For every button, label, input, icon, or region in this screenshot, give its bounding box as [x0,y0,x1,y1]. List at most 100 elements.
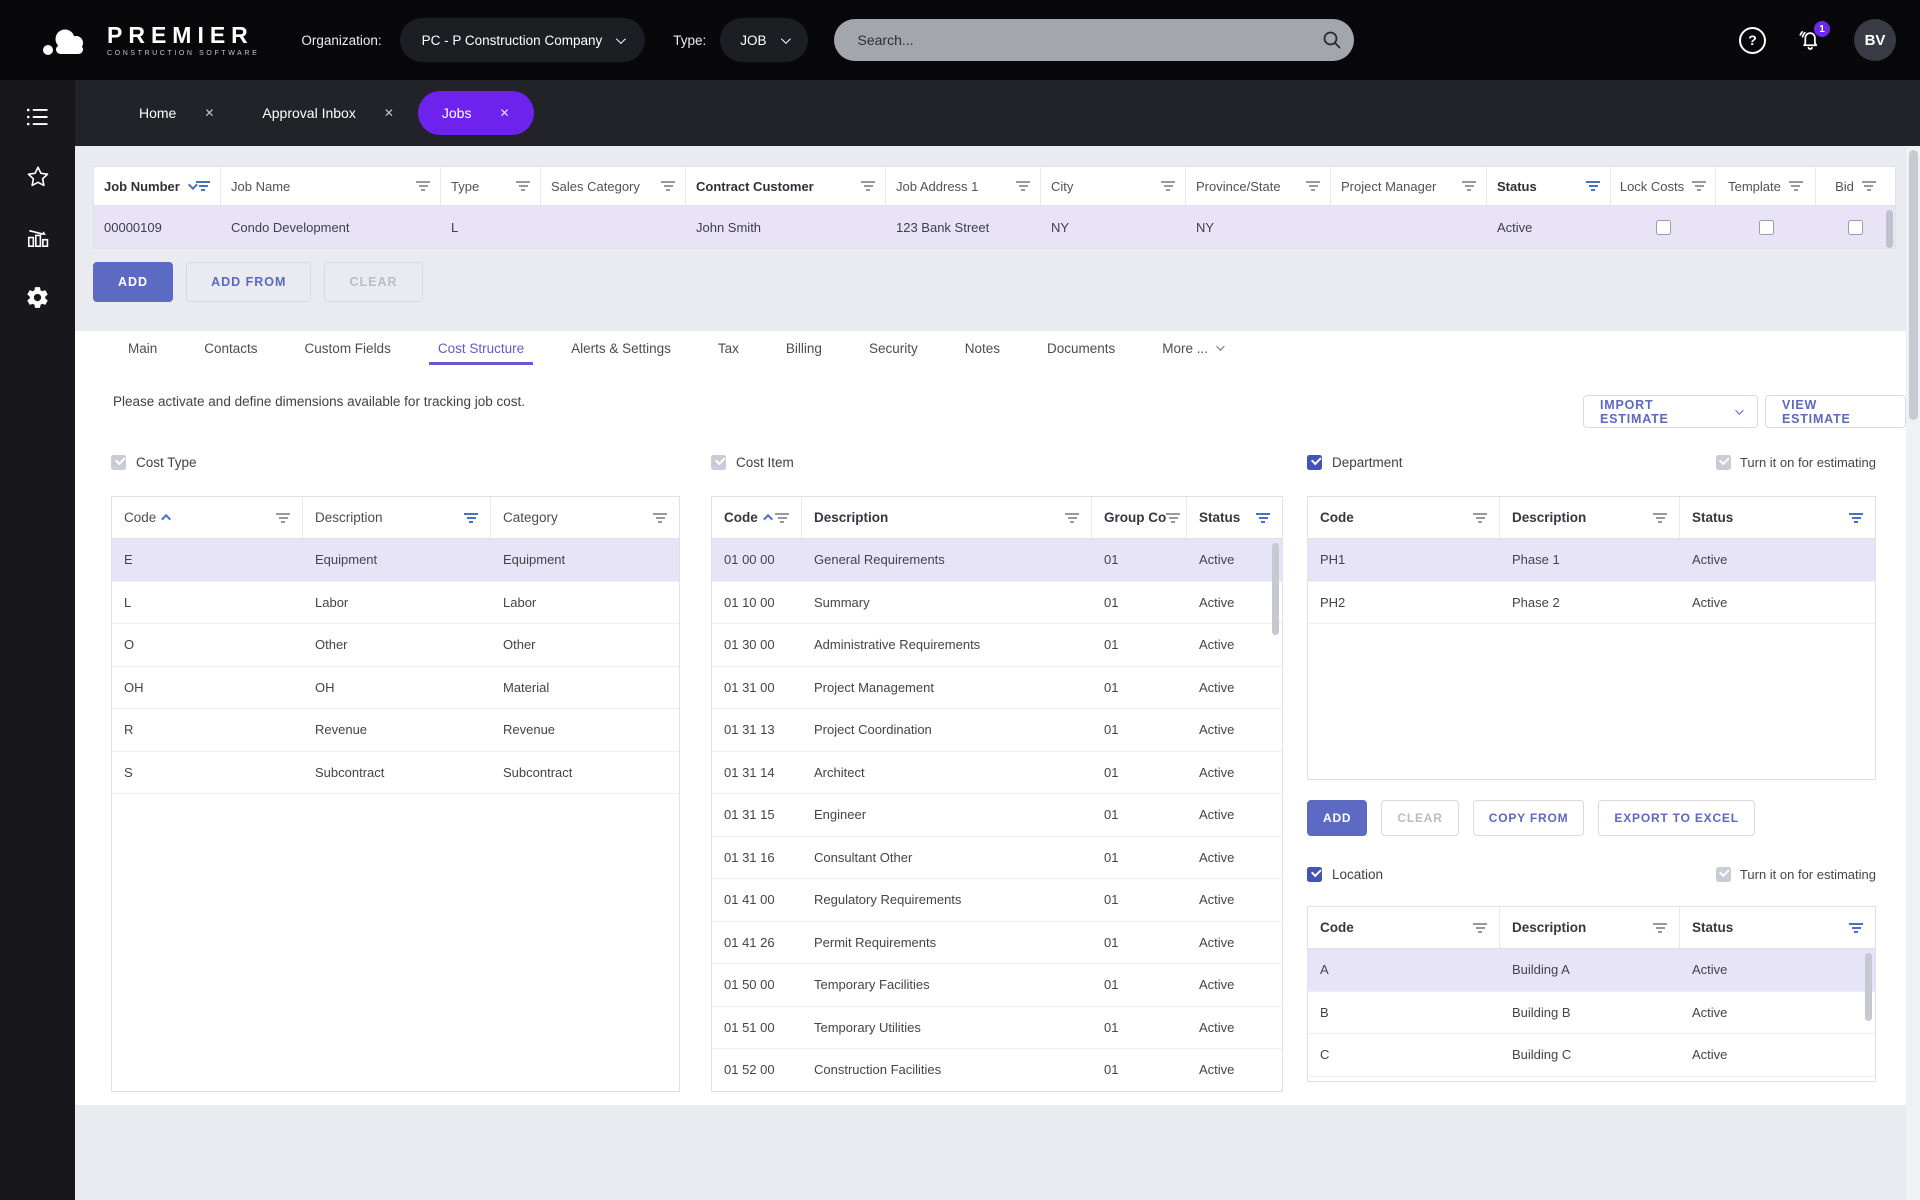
column-header-job-name[interactable]: Job Name [221,167,441,205]
cost-type-checkbox[interactable] [111,454,126,470]
department-estimating-checkbox[interactable] [1715,454,1731,470]
organization-select[interactable]: PC - P Construction Company [399,18,646,62]
column-header-template[interactable]: Template [1716,167,1816,205]
type-select[interactable]: JOB [720,18,808,62]
filter-icon[interactable] [1462,181,1476,191]
search-input[interactable] [855,31,1320,49]
table-row[interactable]: 01 41 00 Regulatory Requirements 01 Acti… [712,879,1282,922]
column-header-description[interactable]: Description [303,497,491,538]
filter-icon[interactable] [1861,181,1876,191]
table-row[interactable]: 01 30 00 Administrative Requirements 01 … [712,624,1282,667]
filter-icon[interactable] [861,181,875,191]
page-scrollbar[interactable] [1906,146,1920,1200]
column-header-group-co[interactable]: Group Co [1092,497,1187,538]
tab-notes[interactable]: Notes [965,331,1000,365]
view-estimate-button[interactable]: VIEW ESTIMATE [1764,395,1906,428]
import-estimate-button[interactable]: IMPORT ESTIMATE [1583,395,1758,428]
sidebar-item-reports[interactable] [25,224,51,250]
table-row[interactable]: PH1 Phase 1 Active [1308,539,1875,582]
add-from-button[interactable]: ADD FROM [186,262,312,302]
table-row[interactable]: 01 31 15 Engineer 01 Active [712,794,1282,837]
filter-icon[interactable] [1849,922,1863,933]
table-row[interactable]: C Building C Active [1308,1034,1875,1077]
tab-approval-inbox[interactable]: Approval Inbox ✕ [238,91,417,135]
table-row[interactable]: B Building B Active [1308,992,1875,1034]
filter-icon[interactable] [1586,181,1600,191]
filter-icon[interactable] [464,512,478,523]
column-header-description[interactable]: Description [802,497,1092,538]
page-scrollbar-thumb[interactable] [1908,150,1918,420]
table-row[interactable]: 01 50 00 Temporary Facilities 01 Active [712,964,1282,1007]
column-header-job-address-1[interactable]: Job Address 1 [886,167,1041,205]
column-header-contract-customer[interactable]: Contract Customer [686,167,886,205]
column-header-status[interactable]: Status [1680,907,1875,948]
table-scrollbar[interactable] [1272,543,1279,635]
add-button[interactable]: ADD [93,262,174,302]
search-bar[interactable] [833,19,1354,61]
column-header-category[interactable]: Category [491,497,679,538]
tab-custom-fields[interactable]: Custom Fields [305,331,391,365]
tab-home[interactable]: Home ✕ [115,91,238,135]
table-row[interactable]: PH2 Phase 2 Active [1308,582,1875,624]
filter-icon[interactable] [1065,512,1079,523]
filter-icon[interactable] [1653,922,1667,933]
sidebar-item-favorites[interactable] [25,164,51,190]
table-row[interactable]: R Revenue Revenue [112,709,679,752]
column-header-sales-category[interactable]: Sales Category [541,167,686,205]
filter-icon[interactable] [1692,181,1707,191]
table-row[interactable]: L Labor Labor [112,582,679,624]
column-header-project-manager[interactable]: Project Manager [1331,167,1487,205]
filter-icon[interactable] [1166,512,1181,523]
table-row[interactable]: E Equipment Equipment [112,539,679,582]
filter-icon[interactable] [775,512,789,523]
column-header-description[interactable]: Description [1500,497,1680,538]
column-header-code[interactable]: Code [1308,497,1500,538]
filter-icon[interactable] [1788,181,1803,191]
close-icon[interactable]: ✕ [204,106,214,120]
filter-icon[interactable] [1016,181,1030,191]
table-row[interactable]: A Building A Active [1308,949,1875,992]
column-header-province-state[interactable]: Province/State [1186,167,1331,205]
tab-security[interactable]: Security [869,331,918,365]
cost-item-checkbox[interactable] [711,454,726,470]
tab-documents[interactable]: Documents [1047,331,1115,365]
department-export-to-excel-button[interactable]: EXPORT TO EXCEL [1598,800,1755,836]
grid-scrollbar[interactable] [1886,210,1893,248]
table-row[interactable]: S Subcontract Subcontract [112,752,679,794]
filter-icon[interactable] [416,181,430,191]
avatar[interactable]: BV [1854,19,1896,61]
filter-icon[interactable] [1473,512,1487,523]
column-header-job-number[interactable]: Job Number [94,167,221,205]
column-header-status[interactable]: Status [1187,497,1282,538]
search-icon[interactable] [1320,28,1344,52]
sidebar-item-list[interactable] [25,104,51,130]
tab-billing[interactable]: Billing [786,331,822,365]
department-copy-from-button[interactable]: COPY FROM [1472,800,1585,836]
table-row[interactable]: 01 52 00 Construction Facilities 01 Acti… [712,1049,1282,1091]
column-header-description[interactable]: Description [1500,907,1680,948]
filter-icon[interactable] [1256,512,1270,523]
location-checkbox[interactable] [1307,866,1322,882]
column-header-code[interactable]: Code [112,497,303,538]
close-icon[interactable]: ✕ [384,106,394,120]
table-row[interactable]: 01 31 13 Project Coordination 01 Active [712,709,1282,752]
tab-alerts-settings[interactable]: Alerts & Settings [571,331,671,365]
location-estimating-checkbox[interactable] [1715,866,1731,882]
tab-cost-structure[interactable]: Cost Structure [428,331,534,365]
table-row[interactable]: 01 10 00 Summary 01 Active [712,582,1282,624]
tab-main[interactable]: Main [128,331,157,365]
filter-icon[interactable] [661,181,675,191]
sidebar-item-settings[interactable] [25,284,51,310]
filter-icon[interactable] [196,181,210,191]
column-header-code[interactable]: Code [712,497,802,538]
department-checkbox[interactable] [1307,454,1322,470]
filter-icon[interactable] [1849,512,1863,523]
filter-icon[interactable] [1306,181,1320,191]
tab-contacts[interactable]: Contacts [204,331,257,365]
table-row[interactable]: 01 41 26 Permit Requirements 01 Active [712,922,1282,964]
column-header-status[interactable]: Status [1680,497,1875,538]
column-header-city[interactable]: City [1041,167,1186,205]
tab-tax[interactable]: Tax [718,331,739,365]
help-icon[interactable]: ? [1739,26,1766,54]
filter-icon[interactable] [1161,181,1175,191]
